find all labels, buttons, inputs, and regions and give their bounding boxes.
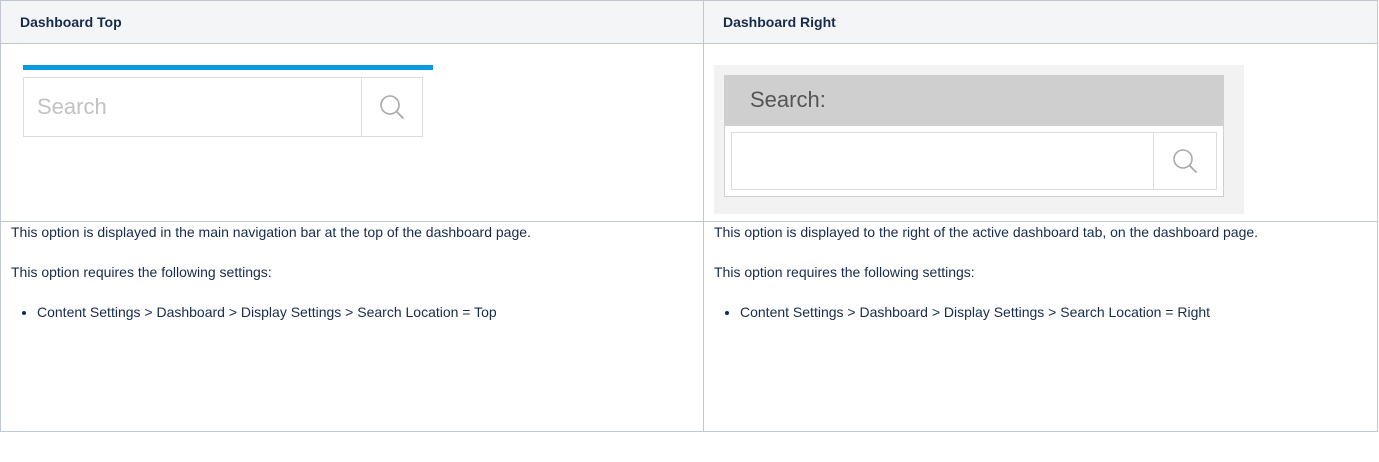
- nav-accent-bar: [23, 65, 433, 70]
- right-search-inner: [731, 132, 1217, 190]
- top-requirements-intro: This option requires the following setti…: [11, 264, 272, 280]
- right-requirements-list: Content Settings > Dashboard > Display S…: [714, 302, 1367, 322]
- list-item: Content Settings > Dashboard > Display S…: [740, 302, 1367, 322]
- top-search-button[interactable]: [361, 78, 422, 136]
- top-search-box: [23, 77, 423, 137]
- options-table: Dashboard Top Dashboard Right Search Sea…: [0, 0, 1378, 432]
- description-cell-top: This option is displayed in the main nav…: [0, 221, 704, 432]
- top-description: This option is displayed in the main nav…: [11, 224, 531, 240]
- header-dashboard-top: Dashboard Top: [0, 0, 704, 44]
- description-row: This option is displayed in the main nav…: [0, 221, 1378, 432]
- search-icon: [380, 95, 404, 119]
- top-requirements-list: Content Settings > Dashboard > Display S…: [11, 302, 693, 322]
- search-icon: [1173, 149, 1197, 173]
- right-search-label: Search:: [724, 75, 1224, 125]
- right-requirements-intro: This option requires the following setti…: [714, 264, 975, 280]
- top-search-input[interactable]: [24, 78, 362, 136]
- right-search-preview: Search:: [714, 65, 1244, 214]
- header-dashboard-right: Dashboard Right: [703, 0, 1378, 44]
- preview-cell-top: [0, 43, 704, 222]
- right-search-box: [724, 125, 1224, 197]
- right-search-input[interactable]: [732, 133, 1152, 189]
- right-description: This option is displayed to the right of…: [714, 224, 1259, 240]
- list-item: Content Settings > Dashboard > Display S…: [37, 302, 693, 322]
- preview-row: Search:: [0, 43, 1378, 222]
- right-search-button[interactable]: [1153, 133, 1216, 189]
- header-row: Dashboard Top Dashboard Right: [0, 0, 1378, 44]
- preview-cell-right: Search:: [703, 43, 1378, 222]
- description-cell-right: This option is displayed to the right of…: [703, 221, 1378, 432]
- top-search-preview: [23, 65, 433, 145]
